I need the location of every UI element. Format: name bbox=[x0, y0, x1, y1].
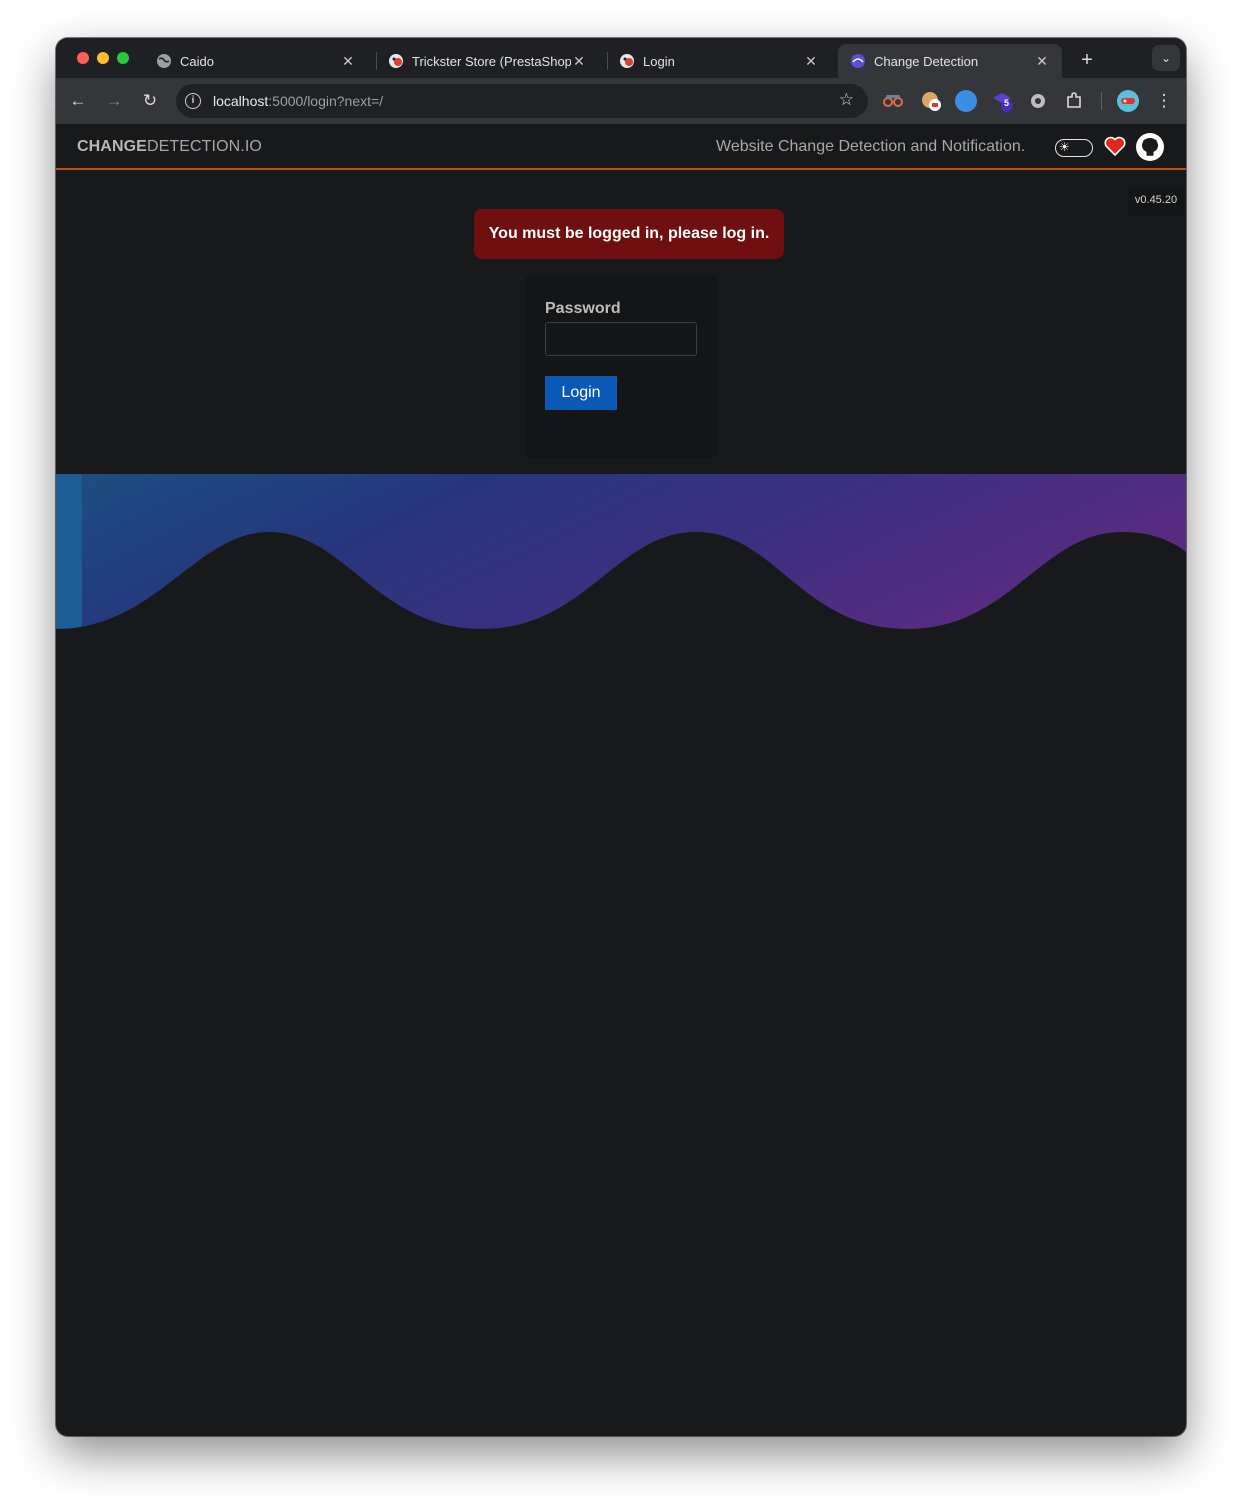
tab-caido[interactable]: Caido ✕ bbox=[144, 44, 368, 78]
extension-badge: 5 bbox=[1004, 98, 1010, 108]
reload-icon[interactable]: ↻ bbox=[138, 89, 162, 113]
browser-toolbar: ← → ↻ i localhost:5000/login?next=/ ☆ 5 bbox=[56, 78, 1186, 124]
minimize-window-button[interactable] bbox=[97, 52, 109, 64]
compass-extension-icon[interactable] bbox=[955, 90, 977, 112]
glasses-extension-icon[interactable] bbox=[882, 90, 904, 112]
tab-change-detection[interactable]: Change Detection ✕ bbox=[838, 44, 1062, 78]
brand-logo[interactable]: CHANGEDETECTION.IO bbox=[77, 138, 262, 156]
dark-mode-toggle[interactable]: ☀ bbox=[1055, 139, 1093, 157]
maximize-window-button[interactable] bbox=[117, 52, 129, 64]
url-path: :5000/login?next=/ bbox=[268, 93, 384, 109]
kebab-menu-icon[interactable]: ⋮ bbox=[1152, 89, 1176, 113]
close-icon[interactable]: ✕ bbox=[571, 53, 587, 70]
heart-icon[interactable] bbox=[1103, 134, 1127, 158]
close-icon[interactable]: ✕ bbox=[803, 53, 819, 70]
tab-title: Caido bbox=[180, 53, 214, 69]
tab-title: Change Detection bbox=[874, 53, 979, 69]
close-icon[interactable]: ✕ bbox=[340, 53, 356, 70]
browser-window: Caido ✕ Trickster Store (PrestaShop™) ✕ … bbox=[56, 38, 1186, 1436]
profile-avatar-icon[interactable] bbox=[1117, 90, 1139, 112]
brand-bold: CHANGE bbox=[77, 138, 147, 155]
login-form: Password Login bbox=[525, 276, 717, 458]
extensions-puzzle-icon[interactable] bbox=[1063, 90, 1085, 112]
wappalyzer-extension-icon[interactable]: 5 bbox=[991, 90, 1013, 112]
tab-trickster-store[interactable]: Trickster Store (PrestaShop™) ✕ bbox=[376, 44, 599, 78]
flash-message: You must be logged in, please log in. bbox=[474, 209, 784, 259]
toolbar-separator bbox=[1101, 92, 1102, 110]
password-label: Password bbox=[545, 300, 621, 317]
version-badge: v0.45.20 bbox=[1128, 188, 1184, 216]
site-info-icon[interactable]: i bbox=[185, 93, 201, 109]
tab-login[interactable]: Login ✕ bbox=[607, 44, 831, 78]
url-text: localhost:5000/login?next=/ bbox=[213, 93, 383, 109]
tab-search-chevron-icon[interactable]: ⌄ bbox=[1152, 45, 1180, 71]
changedetection-icon bbox=[850, 53, 866, 69]
tagline: Website Change Detection and Notificatio… bbox=[716, 138, 1026, 155]
cookie-extension-icon[interactable] bbox=[920, 90, 942, 112]
login-button[interactable]: Login bbox=[545, 376, 617, 410]
tab-strip: Caido ✕ Trickster Store (PrestaShop™) ✕ … bbox=[56, 38, 1186, 78]
decorative-wave bbox=[56, 474, 1186, 634]
new-tab-button[interactable]: + bbox=[1074, 47, 1100, 73]
url-host: localhost bbox=[213, 93, 269, 109]
gear-extension-icon[interactable] bbox=[1027, 90, 1049, 112]
back-arrow-icon[interactable]: ← bbox=[66, 89, 90, 113]
tab-title: Login bbox=[643, 53, 675, 69]
forward-arrow-icon[interactable]: → bbox=[102, 89, 126, 113]
globe-icon bbox=[156, 53, 172, 69]
app-header: CHANGEDETECTION.IO Website Change Detect… bbox=[56, 124, 1186, 170]
brand-rest: DETECTION.IO bbox=[146, 138, 262, 155]
password-input[interactable] bbox=[545, 322, 697, 356]
tab-title: Trickster Store (PrestaShop™) bbox=[412, 53, 571, 69]
address-bar[interactable]: i localhost:5000/login?next=/ ☆ bbox=[176, 84, 868, 118]
github-icon[interactable] bbox=[1135, 132, 1165, 162]
prestashop-icon bbox=[388, 53, 404, 69]
close-icon[interactable]: ✕ bbox=[1034, 53, 1050, 70]
sun-icon: ☀ bbox=[1059, 140, 1070, 154]
prestashop-icon bbox=[619, 53, 635, 69]
close-window-button[interactable] bbox=[77, 52, 89, 64]
bookmark-star-icon[interactable]: ☆ bbox=[839, 90, 854, 110]
